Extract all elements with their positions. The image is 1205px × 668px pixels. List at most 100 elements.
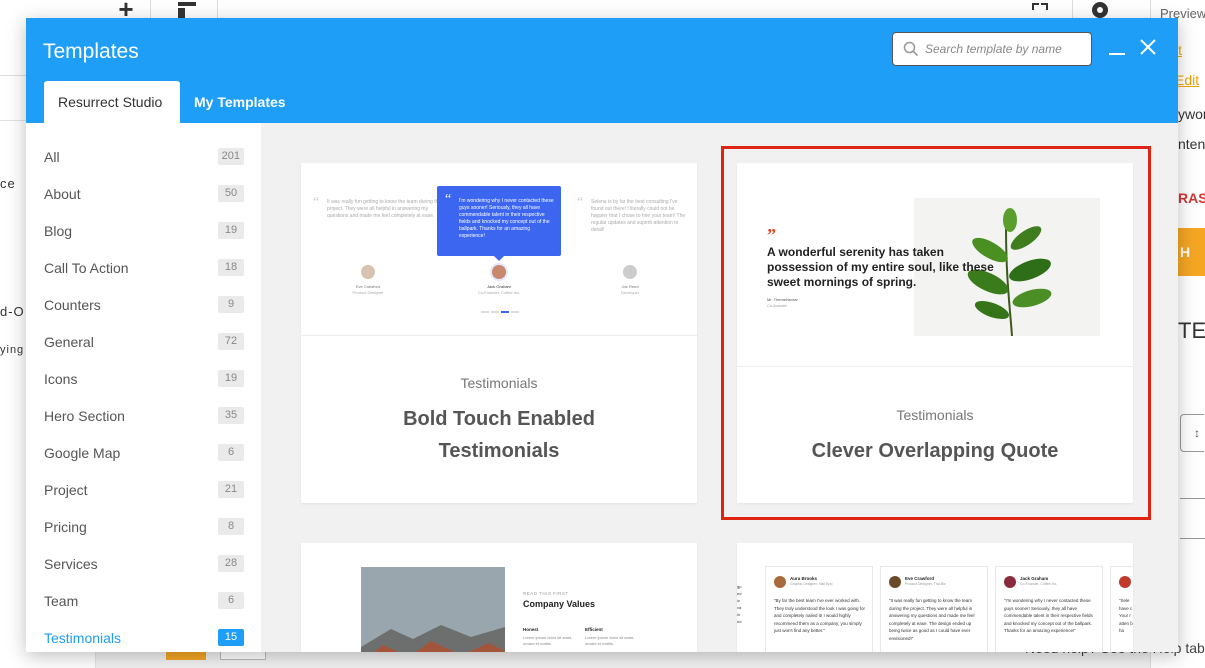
- template-category: Testimonials: [896, 407, 974, 423]
- thumb-col2-title: Efficient: [585, 627, 603, 632]
- category-pricing[interactable]: Pricing 8: [44, 515, 244, 539]
- category-count: 8: [218, 518, 244, 535]
- category-label: Blog: [44, 223, 73, 239]
- category-count: 21: [218, 481, 244, 498]
- category-label: All: [44, 149, 60, 165]
- thumb-role: Graphic Designer, Nail Epic: [790, 582, 833, 586]
- toolbar-divider: [150, 0, 151, 18]
- category-all[interactable]: All 201: [44, 145, 244, 169]
- pager-dot: [511, 311, 519, 313]
- bg-field-line: [1180, 498, 1205, 499]
- bg-word-2: nten: [1178, 136, 1205, 152]
- thumb-text: “It was really fun getting to know the t…: [889, 598, 975, 641]
- category-call-to-action[interactable]: Call To Action 18: [44, 256, 244, 280]
- category-count: 19: [218, 370, 244, 387]
- category-label: Google Map: [44, 445, 121, 461]
- category-team[interactable]: Team 6: [44, 589, 244, 613]
- thumb-author: Mr. ThemeNectar: [767, 297, 798, 302]
- avatar: [1119, 576, 1131, 588]
- quote-mark-icon: “: [577, 195, 584, 210]
- thumb-role: Developer: [620, 290, 640, 295]
- thumb-text: “Sele have c Your r atten be ha: [1119, 598, 1133, 633]
- thumb-text: “By far the best team I've ever worked w…: [774, 598, 866, 633]
- category-counters[interactable]: Counters 9: [44, 293, 244, 317]
- tab-resurrect-studio[interactable]: Resurrect Studio: [44, 81, 180, 123]
- category-services[interactable]: Services 28: [44, 552, 244, 576]
- thumb-name: Jack Graham: [1020, 576, 1049, 581]
- category-count: 6: [218, 592, 244, 609]
- thumb-quote-left: It was really fun getting to know the te…: [327, 199, 442, 219]
- thumb-quote-center: I'm wondering why I never contacted thes…: [459, 198, 554, 239]
- thumb-role: Co-Founder, Coffee Inc.: [1020, 582, 1058, 586]
- thumb-quote: A wonderful serenity has taken possessio…: [767, 245, 994, 289]
- tab-my-templates[interactable]: My Templates: [180, 81, 300, 123]
- thumb-eyebrow: READ THIS FIRST: [523, 591, 569, 596]
- thumb-edge-left: gp ed ic va in nd: [737, 584, 742, 624]
- category-count: 28: [218, 555, 244, 572]
- thumb-name: Eve Crawford: [905, 576, 935, 581]
- avatar: [623, 265, 637, 279]
- mountain-illustration: [361, 567, 505, 652]
- category-hero-section[interactable]: Hero Section 35: [44, 404, 244, 428]
- category-count: 6: [218, 444, 244, 461]
- template-card-company-values[interactable]: READ THIS FIRST Company Values Honest Lo…: [301, 543, 697, 652]
- template-thumbnail: ” A wonderful serenity has taken possess…: [737, 163, 1133, 367]
- category-project[interactable]: Project 21: [44, 478, 244, 502]
- template-card-testimonial-cards[interactable]: gp ed ic va in nd Aura Brooks Graphic Designe…: [737, 543, 1133, 652]
- minimize-icon[interactable]: [1109, 53, 1125, 55]
- category-general[interactable]: General 72: [44, 330, 244, 354]
- category-label: Counters: [44, 297, 101, 313]
- left-word-2: d-O: [0, 304, 25, 319]
- search-box[interactable]: [892, 32, 1092, 66]
- category-label: Testimonials: [44, 630, 122, 646]
- thumb-name: Aura Brooks: [790, 576, 818, 581]
- add-icon[interactable]: +: [106, 0, 146, 18]
- thumb-author-role: Co-founder: [767, 303, 788, 308]
- left-word-1: ce: [0, 176, 16, 191]
- category-label: Hero Section: [44, 408, 125, 424]
- search-icon: [903, 41, 919, 57]
- avatar: [774, 576, 786, 588]
- thumb-mini-card: Jack Graham Co-Founder, Coffee Inc. “I'm…: [995, 566, 1103, 652]
- thumb-quote-right: Selena is by far the best consulting I'v…: [591, 199, 686, 233]
- avatar: [1004, 576, 1016, 588]
- category-label: Call To Action: [44, 260, 129, 276]
- bg-select[interactable]: ↕: [1180, 414, 1204, 452]
- thumb-mini-card: “Sele have c Your r atten be ha: [1110, 566, 1133, 652]
- thumb-col1-title: Honest: [523, 627, 539, 632]
- bg-orange-button[interactable]: H: [1178, 228, 1205, 276]
- thumb-name: Eve Crawford: [355, 284, 381, 289]
- search-input[interactable]: [925, 33, 1089, 65]
- thumb-role: Co-Founder, Coffee Inc.: [477, 290, 521, 295]
- fullscreen-icon[interactable]: [1020, 0, 1060, 18]
- close-icon[interactable]: [1138, 37, 1158, 57]
- modal-header: Templates Resurrect Studio My Templates: [26, 18, 1178, 123]
- category-count: 50: [218, 185, 244, 202]
- toolbar-divider: [217, 0, 218, 18]
- bg-big-text: TE: [1178, 318, 1205, 343]
- avatar: [492, 265, 506, 279]
- category-count: 15: [218, 629, 244, 646]
- avatar: [889, 576, 901, 588]
- category-blog[interactable]: Blog 19: [44, 219, 244, 243]
- toolbar-divider: [1072, 0, 1073, 18]
- quote-mark-icon: “: [445, 192, 452, 207]
- category-icons[interactable]: Icons 19: [44, 367, 244, 391]
- category-label: Services: [44, 556, 98, 572]
- gear-icon[interactable]: [1080, 0, 1120, 18]
- category-about[interactable]: About 50: [44, 182, 244, 206]
- thumb-name: Jack Graham: [487, 284, 511, 289]
- modal-title: Templates: [43, 40, 139, 63]
- template-card-clever-overlapping-quote[interactable]: ” A wonderful serenity has taken possess…: [737, 163, 1133, 503]
- category-label: General: [44, 334, 94, 350]
- template-grid: “ It was really fun getting to know the …: [261, 123, 1178, 652]
- category-testimonials[interactable]: Testimonials 15: [44, 626, 244, 650]
- mountain-image: [361, 567, 505, 652]
- layout-icon[interactable]: [167, 0, 207, 18]
- category-count: 201: [217, 148, 244, 165]
- bg-link-edit[interactable]: Edit: [1175, 72, 1199, 88]
- template-card-bold-touch[interactable]: “ It was really fun getting to know the …: [301, 163, 697, 503]
- bg-word-1: ywor: [1178, 106, 1205, 122]
- category-google-map[interactable]: Google Map 6: [44, 441, 244, 465]
- thumb-text: “I'm wondering why I never contacted the…: [1004, 598, 1093, 633]
